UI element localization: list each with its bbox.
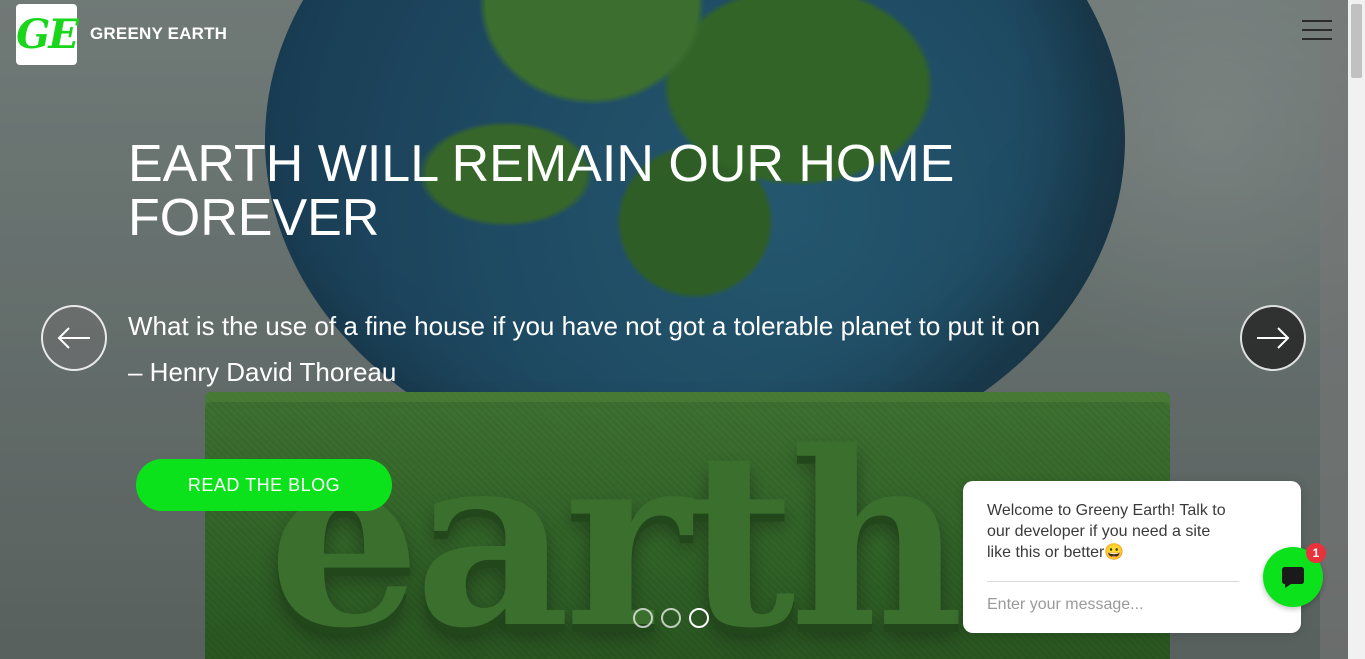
arrow-right-icon	[1257, 327, 1290, 349]
slider-dot-active[interactable]	[689, 608, 709, 628]
arrow-left-icon	[57, 327, 90, 349]
slider-dot[interactable]	[633, 608, 653, 628]
scrollbar-thumb[interactable]	[1351, 4, 1362, 78]
read-blog-button[interactable]: READ THE BLOG	[136, 459, 392, 511]
chat-welcome-message: Welcome to Greeny Earth! Talk to our dev…	[987, 500, 1237, 563]
quote-author: – Henry David Thoreau	[128, 357, 397, 387]
quote-text: What is the use of a fine house if you h…	[128, 311, 1041, 341]
hero-quote: What is the use of a fine house if you h…	[128, 303, 1168, 395]
chat-notification-badge: 1	[1306, 543, 1326, 563]
hero-edge-shade	[1320, 0, 1348, 659]
slider-dots	[633, 608, 709, 628]
logo-text: GE	[16, 11, 79, 58]
hamburger-menu-icon[interactable]	[1302, 20, 1332, 40]
hero-headline: EARTH WILL REMAIN OUR HOME FOREVER	[128, 135, 955, 247]
logo[interactable]: GE	[16, 4, 79, 65]
chat-message-input[interactable]	[987, 596, 1239, 614]
chat-popup: Welcome to Greeny Earth! Talk to our dev…	[963, 481, 1301, 633]
chat-bubble-icon	[1282, 567, 1304, 588]
page-scrollbar[interactable]	[1348, 0, 1365, 659]
grinning-emoji-icon: 😀	[1104, 544, 1125, 561]
prev-slide-button[interactable]	[41, 305, 107, 371]
brand-name[interactable]: GREENY EARTH	[90, 24, 227, 44]
next-slide-button[interactable]	[1240, 305, 1306, 371]
chat-divider	[987, 581, 1239, 582]
slider-dot[interactable]	[661, 608, 681, 628]
